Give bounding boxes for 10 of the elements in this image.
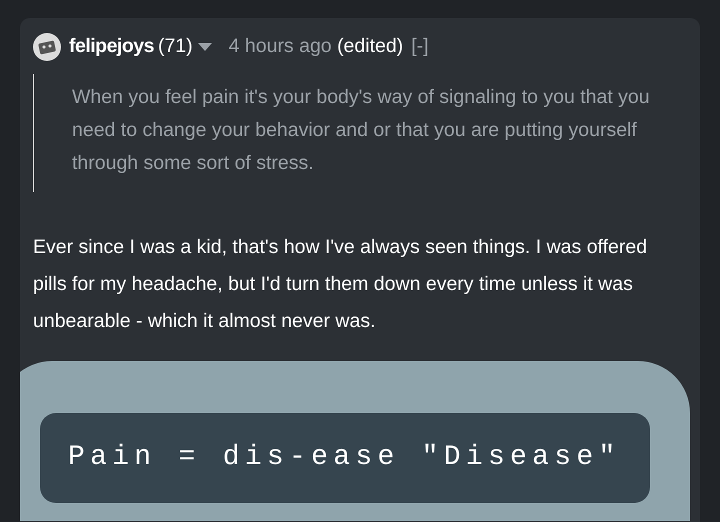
timestamp: 4 hours ago (228, 35, 332, 58)
edited-label: (edited) (337, 35, 404, 58)
karma-score: (71) (158, 34, 193, 60)
collapse-toggle[interactable]: [-] (411, 32, 658, 62)
quoted-text: When you feel pain it's your body's way of signaling to you that you need to change your behavior and or that you are putting yourself through some sort of stress. (33, 74, 688, 192)
dropdown-caret-icon[interactable] (196, 42, 213, 52)
avatar-icon (33, 33, 61, 61)
comment-body: Ever since I was a kid, that's how I've always seen things. I was offered pills for my headache, but I'd turn them down every time unless it was unbearable - which it almost never was. (33, 235, 648, 334)
username-link[interactable]: felipejoys (69, 32, 154, 62)
code-text: Pain = dis-ease "Disease" (68, 441, 621, 475)
